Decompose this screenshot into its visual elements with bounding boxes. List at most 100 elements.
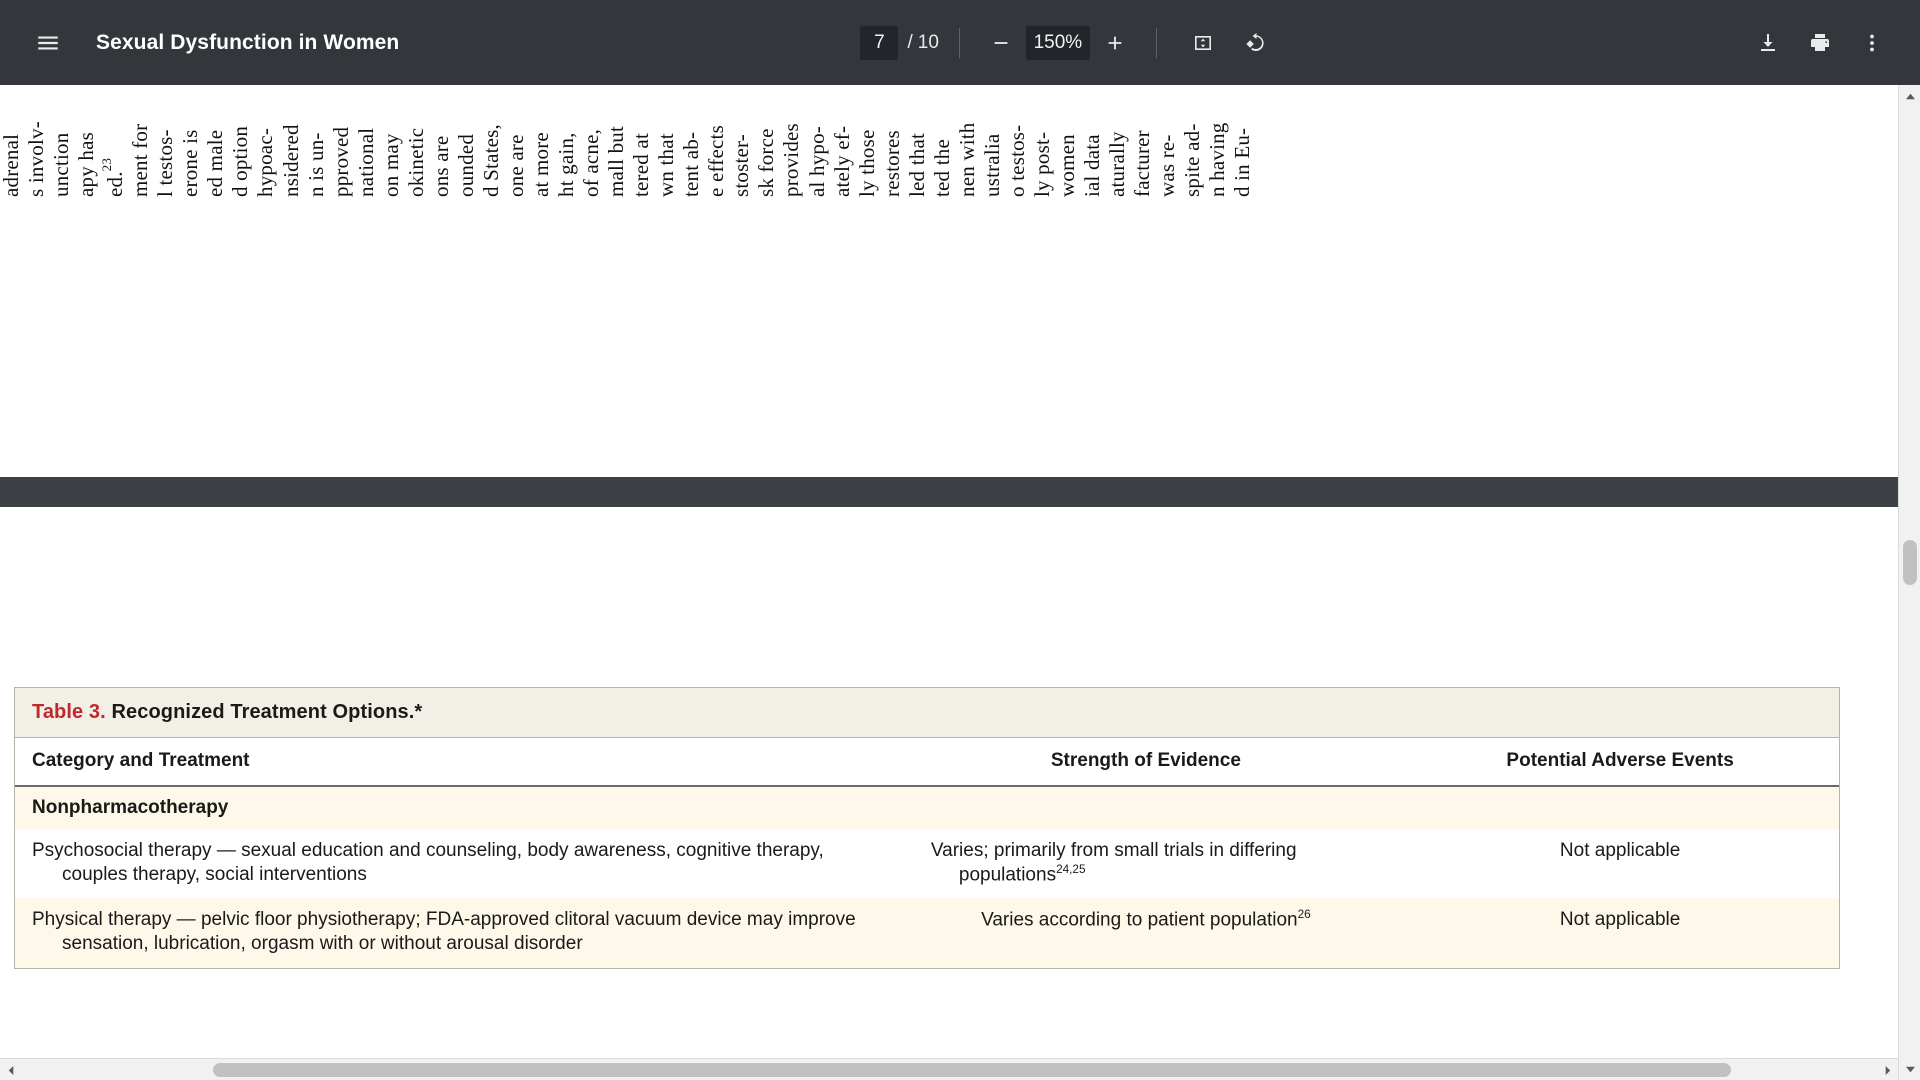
rotated-text-column: s involv-	[24, 121, 49, 197]
rotate-counterclockwise-icon[interactable]	[1229, 17, 1281, 69]
horizontal-scrollbar-thumb[interactable]	[213, 1063, 1731, 1077]
rotated-text-column: ment for	[128, 123, 153, 197]
rotated-text-column: restores	[879, 130, 904, 197]
cell-category-treatment: Physical therapy — pelvic floor physioth…	[15, 898, 891, 968]
toolbar-left-group: Sexual Dysfunction in Women	[0, 17, 399, 69]
rotated-text-column: n is un-	[303, 132, 328, 197]
rotated-text-column: e effects	[704, 125, 729, 197]
rotated-text-column: ately ef-	[829, 125, 854, 197]
rotated-text-column: ounded	[453, 133, 478, 197]
toolbar-right-group	[1742, 17, 1920, 69]
fit-to-page-icon[interactable]	[1177, 17, 1229, 69]
rotated-text-column: ial data	[1080, 134, 1105, 197]
rotated-text-column: ons are	[428, 135, 453, 197]
rotated-text-column: hypoac-	[253, 127, 278, 197]
current-page: Table 3. Recognized Treatment Options.* …	[0, 507, 1898, 1080]
column-header-category: Category and Treatment	[15, 738, 891, 787]
rotated-text-column: of acne,	[579, 128, 604, 197]
hamburger-menu-icon[interactable]	[22, 17, 74, 69]
rotated-text-column: ed.23	[99, 157, 128, 197]
table-row: Psychosocial therapy — sexual education …	[15, 829, 1839, 898]
print-icon[interactable]	[1794, 17, 1846, 69]
rotated-text-column: ted the	[929, 139, 954, 197]
toolbar-divider-1	[958, 27, 960, 58]
pdf-document-viewer[interactable]: adrenals involv-unctionapy has ed.23 ment …	[0, 85, 1920, 1080]
rotated-text-column: women	[1054, 134, 1079, 197]
rotated-text-column: nsidered	[278, 124, 303, 197]
rotated-text-column: spite ad-	[1180, 123, 1205, 197]
page-total-count: 10	[917, 31, 939, 53]
treatment-options-table: Category and Treatment Strength of Evide…	[15, 738, 1839, 968]
table-caption: Table 3. Recognized Treatment Options.*	[15, 688, 1839, 738]
rotated-text-column: apy has	[74, 132, 99, 197]
rotated-text-column: erone is	[178, 129, 203, 198]
rotated-text-column: d in Eu-	[1230, 127, 1255, 197]
horizontal-scrollbar[interactable]	[0, 1058, 1898, 1080]
rotated-text-column: adrenal	[0, 133, 23, 197]
cell-strength-of-evidence: Varies; primarily from small trials in d…	[891, 829, 1402, 898]
table-number: Table 3.	[32, 701, 106, 723]
rotated-column-text: adrenals involv-unctionapy has ed.23 ment …	[0, 85, 1898, 199]
rotated-text-column: unction	[49, 132, 74, 197]
toolbar-center-group: / 10	[399, 17, 1742, 69]
scroll-down-arrow-icon[interactable]	[1899, 1058, 1920, 1080]
table-section-row: Nonpharmacotherapy	[15, 786, 1839, 829]
rotated-text-column: n having	[1205, 122, 1230, 197]
toolbar-divider-2	[1155, 27, 1157, 58]
rotated-text-column: tered at	[629, 133, 654, 197]
rotated-text-column: pproved	[328, 126, 353, 197]
table-header-row: Category and Treatment Strength of Evide…	[15, 738, 1839, 787]
more-vertical-icon[interactable]	[1846, 17, 1898, 69]
rotated-text-column: ed male	[203, 129, 228, 197]
table-title: Recognized Treatment Options.*	[111, 701, 423, 723]
vertical-scrollbar[interactable]	[1898, 85, 1920, 1080]
rotated-text-column: stoster-	[729, 133, 754, 197]
scroll-right-arrow-icon[interactable]	[1876, 1059, 1898, 1080]
reference-superscript: 24,25	[1056, 862, 1086, 876]
scroll-left-arrow-icon[interactable]	[0, 1059, 22, 1080]
zoom-out-minus-icon[interactable]	[980, 22, 1022, 64]
column-header-evidence: Strength of Evidence	[890, 738, 1402, 787]
zoom-level-input[interactable]	[1025, 25, 1090, 60]
vertical-scrollbar-thumb[interactable]	[1903, 540, 1917, 585]
page-navigation-group: / 10	[860, 25, 939, 60]
rotated-text-column: ht gain,	[554, 132, 579, 197]
rotated-text-column: on may	[378, 133, 403, 197]
rotated-text-column: ly post-	[1029, 131, 1054, 197]
rotated-text-column: provides	[779, 123, 804, 197]
cell-potential-adverse-events: Not applicable	[1401, 898, 1839, 968]
section-label: Nonpharmacotherapy	[15, 786, 1839, 829]
rotated-text-column: o testos-	[1004, 124, 1029, 197]
download-icon[interactable]	[1742, 17, 1794, 69]
rotated-text-column: ly those	[854, 129, 879, 197]
reference-superscript: 26	[1297, 908, 1311, 922]
rotated-text-column: ustralia	[979, 133, 1004, 197]
pdf-viewer-toolbar: Sexual Dysfunction in Women / 10	[0, 0, 1920, 85]
rotated-text-column: okinetic	[403, 127, 428, 197]
table-3-container: Table 3. Recognized Treatment Options.* …	[14, 687, 1840, 969]
zoom-in-plus-icon[interactable]	[1094, 22, 1136, 64]
evidence-text: Varies; primarily from small trials in d…	[930, 840, 1297, 885]
table-row: Physical therapy — pelvic floor physioth…	[15, 898, 1839, 968]
zoom-controls-group	[980, 22, 1136, 64]
rotated-text-column: led that	[904, 133, 929, 197]
previous-page-fragment: adrenals involv-unctionapy has ed.23 ment …	[0, 85, 1898, 477]
rotated-text-column: tent ab-	[679, 131, 704, 197]
rotated-text-column: d States,	[478, 124, 503, 197]
rotated-text-column: mall but	[604, 125, 629, 197]
cell-category-treatment: Psychosocial therapy — sexual education …	[32, 840, 824, 885]
cell-potential-adverse-events: Not applicable	[1559, 840, 1681, 861]
column-header-adverse: Potential Adverse Events	[1401, 738, 1839, 787]
table-body: Nonpharmacotherapy Psychosocial therapy —…	[15, 786, 1839, 968]
document-title: Sexual Dysfunction in Women	[96, 30, 400, 54]
rotated-text-column: l testos-	[153, 129, 178, 197]
rotated-text-column: at more	[528, 132, 553, 197]
rotated-text-column: d option	[228, 125, 253, 197]
rotated-text-column: al hypo-	[804, 126, 829, 197]
page-separator-gap	[0, 477, 1898, 507]
scroll-up-arrow-icon[interactable]	[1899, 85, 1920, 107]
page-separator: /	[907, 31, 913, 53]
rotated-text-column: facturer	[1130, 130, 1155, 197]
rotated-text-column: was re-	[1155, 134, 1180, 197]
page-number-input[interactable]	[860, 25, 899, 60]
